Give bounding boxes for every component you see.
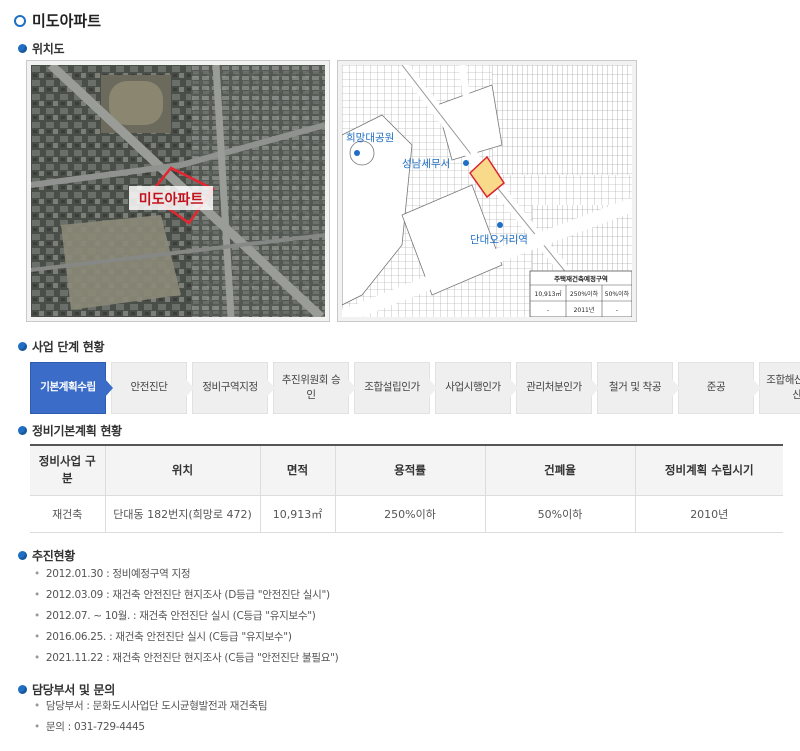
step-project-approval: 사업시행인가: [435, 362, 518, 414]
table-cell: 10,913㎡: [259, 494, 336, 533]
step-completion: 준공: [678, 362, 761, 414]
location-heading: 위치도: [18, 40, 65, 57]
table-header: 위치: [104, 445, 261, 496]
satellite-map: 미도아파트: [26, 60, 330, 322]
table-cell: 250%이하: [334, 494, 486, 533]
step-safety-check: 안전진단: [111, 362, 194, 414]
svg-text:250%이하: 250%이하: [570, 290, 599, 298]
table-cell: 50%이하: [484, 494, 636, 533]
step-basic-plan: 기본계획수립: [30, 362, 113, 414]
progress-list: 2012.01.30 : 정비예정구역 지정 2012.03.09 : 재건축 …: [34, 564, 339, 669]
table-header: 정비계획 수립시기: [634, 445, 783, 496]
table-header-row: 정비사업 구분 위치 면적 용적률 건폐율 정비계획 수립시기: [30, 445, 783, 496]
bullet-dot-icon: [18, 551, 27, 560]
bullet-dot-icon: [18, 44, 27, 53]
svg-text:-: -: [547, 307, 549, 314]
plan-map: 희망대공원 성남세무서 단대오거리역 주택재건축예정구역 10,913㎡ 250…: [337, 60, 637, 322]
contact-list: 담당부서 : 문화도시사업단 도시균형발전과 재건축팀 문의 : 031-729…: [34, 696, 268, 738]
svg-text:-: -: [616, 307, 618, 314]
map-legend: 주택재건축예정구역 10,913㎡ 250%이하 50%이하 - 2011년 -: [529, 270, 632, 317]
list-item: 2012.01.30 : 정비예정구역 지정: [34, 564, 338, 585]
bullet-dot-icon: [18, 342, 27, 351]
step-flow: 기본계획수립 안전진단 정비구역지정 추진위원회 승인 조합설립인가 사업시행인…: [30, 362, 800, 414]
list-item: 2012.03.09 : 재건축 안전진단 현지조사 (D등급 "안전진단 실시…: [34, 585, 338, 606]
table-cell: 2010년: [634, 494, 783, 533]
table-cell: 단대동 182번지(희망로 472): [104, 494, 261, 533]
svg-text:50%이하: 50%이하: [605, 290, 630, 298]
table-header: 용적률: [334, 445, 486, 496]
list-item: 2021.11.22 : 재건축 안전진단 현지조사 (C등급 "안전진단 불필…: [34, 648, 339, 669]
step-disposal-approval: 관리처분인가: [516, 362, 599, 414]
ring-icon: [14, 14, 26, 27]
plan-table: 정비사업 구분 위치 면적 용적률 건폐율 정비계획 수립시기 재건축 단대동 …: [30, 444, 783, 533]
step-dissolution: 조합해산 및 정산: [759, 362, 800, 414]
tax-office-label: 성남세무서: [402, 158, 450, 170]
svg-text:2011년: 2011년: [574, 306, 595, 314]
plan-heading: 정비기본계획 현황: [18, 422, 122, 439]
park-label: 희망대공원: [346, 132, 394, 144]
station-label: 단대오거리역: [470, 234, 528, 246]
plan-image: 희망대공원 성남세무서 단대오거리역 주택재건축예정구역 10,913㎡ 250…: [342, 65, 632, 317]
table-cell: 재건축: [30, 494, 106, 533]
satellite-image: 미도아파트: [31, 65, 325, 317]
step-demolition: 철거 및 착공: [597, 362, 680, 414]
steps-heading: 사업 단계 현황: [18, 338, 105, 355]
bullet-dot-icon: [18, 426, 27, 435]
step-union-approval: 조합설립인가: [354, 362, 437, 414]
progress-heading: 추진현황: [18, 547, 75, 564]
bullet-dot-icon: [18, 685, 27, 694]
table-header: 면적: [259, 445, 336, 496]
table-header: 건폐율: [484, 445, 636, 496]
svg-text:주택재건축예정구역: 주택재건축예정구역: [554, 274, 608, 283]
list-item: 2012.07. ~ 10월. : 재건축 안전진단 실시 (C등급 "유지보수…: [34, 606, 338, 627]
step-zone-designation: 정비구역지정: [192, 362, 275, 414]
page-title-text: 미도아파트: [32, 12, 102, 30]
list-item: 담당부서 : 문화도시사업단 도시균형발전과 재건축팀: [34, 696, 268, 717]
svg-text:10,913㎡: 10,913㎡: [535, 290, 562, 298]
satellite-site-label: 미도아파트: [139, 191, 204, 208]
list-item: 2016.06.25. : 재건축 안전진단 실시 (C등급 "유지보수"): [34, 627, 338, 648]
list-item: 문의 : 031-729-4445: [34, 717, 267, 738]
step-committee-approval: 추진위원회 승인: [273, 362, 356, 414]
table-row: 재건축 단대동 182번지(희망로 472) 10,913㎡ 250%이하 50…: [30, 494, 783, 533]
page-title: 미도아파트: [14, 10, 101, 31]
table-header: 정비사업 구분: [30, 445, 106, 496]
